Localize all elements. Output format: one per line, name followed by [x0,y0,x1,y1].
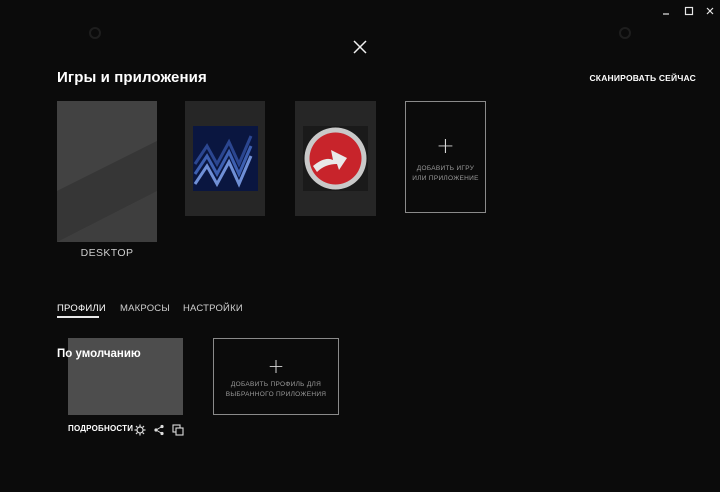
tab-profiles[interactable]: ПРОФИЛИ [57,303,106,314]
gear-icon[interactable] [134,423,146,436]
tab-macros[interactable]: МАКРОСЫ [120,303,170,314]
desktop-label: DESKTOP [80,247,134,259]
blue-stripes-game-icon [193,126,258,191]
profile-name: По умолчанию [57,348,141,360]
game-card-red[interactable] [295,101,376,216]
plus-icon: + [267,354,285,378]
add-game-button[interactable]: + ДОБАВИТЬ ИГРУ ИЛИ ПРИЛОЖЕНИЕ [405,101,486,213]
share-icon[interactable] [153,423,165,436]
desktop-game-card[interactable] [57,101,157,242]
minimize-icon[interactable] [659,4,673,18]
close-icon[interactable] [703,4,717,18]
tab-active-underline [57,316,99,318]
tab-settings[interactable]: НАСТРОЙКИ [183,303,243,314]
section-title: Игры и приложения [57,69,207,86]
profile-details-link[interactable]: ПОДРОБНОСТИ [68,424,133,433]
plus-icon: + [436,134,455,159]
copy-icon[interactable] [172,423,184,436]
scan-now-button[interactable]: СКАНИРОВАТЬ СЕЙЧАС [589,73,696,83]
background-logo-icon [88,26,102,42]
background-settings-icon [618,26,632,42]
game-card-blue[interactable] [185,101,265,216]
add-profile-button[interactable]: + ДОБАВИТЬ ПРОФИЛЬ ДЛЯ ВЫБРАННОГО ПРИЛОЖ… [213,338,339,415]
maximize-icon[interactable] [682,4,696,18]
close-x-icon[interactable] [349,36,371,58]
add-profile-label: ДОБАВИТЬ ПРОФИЛЬ ДЛЯ ВЫБРАННОГО ПРИЛОЖЕН… [225,381,327,398]
red-arrow-game-icon [303,126,368,191]
add-game-label: ДОБАВИТЬ ИГРУ ИЛИ ПРИЛОЖЕНИЕ [412,165,479,182]
